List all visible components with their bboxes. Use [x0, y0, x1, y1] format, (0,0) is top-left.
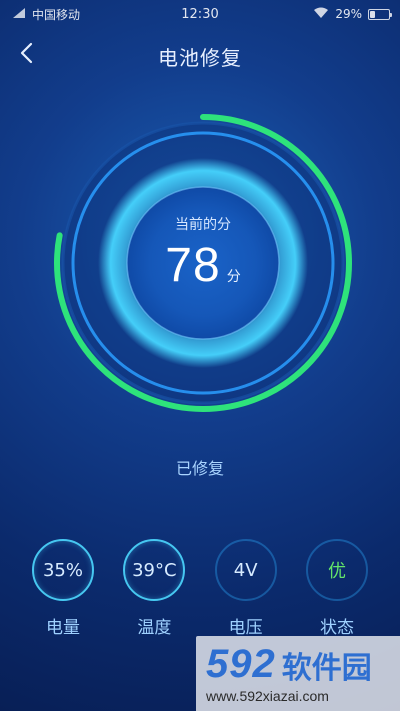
metric-value: 4V — [214, 539, 277, 601]
page-title: 电池修复 — [158, 46, 242, 70]
battery-icon — [368, 8, 392, 20]
watermark-text: 软件园 — [281, 650, 372, 686]
gauge-label: 当前的分 — [175, 217, 231, 233]
metrics-row: 35% 电量 39°C 温度 4V 电压 优 状态 — [30, 539, 370, 639]
metric-label: 电量 — [46, 618, 80, 638]
status-right: 29% — [313, 7, 392, 22]
score-unit: 分 — [226, 269, 241, 285]
header: 电池修复 — [0, 30, 400, 80]
wifi-icon — [313, 7, 329, 22]
status-bar: 中国移动 12:30 29% — [0, 0, 400, 28]
repair-status: 已修复 — [175, 459, 224, 478]
metric-temperature: 39°C 温度 — [121, 539, 187, 639]
battery-percent: 29% — [335, 7, 362, 21]
score-value: 78 — [165, 239, 221, 292]
battery-level — [370, 10, 375, 18]
metric-label: 状态 — [319, 618, 354, 638]
metric-battery: 35% 电量 — [30, 539, 96, 639]
metric-value: 39°C — [123, 539, 186, 601]
metric-label: 温度 — [137, 618, 172, 638]
metric-voltage: 4V 电压 — [213, 539, 279, 639]
metric-status: 优 状态 — [304, 539, 370, 639]
metric-label: 电压 — [228, 618, 263, 638]
watermark-url: www.592xiazai.com — [206, 688, 329, 704]
score-gauge: 当前的分 78 分 — [48, 108, 358, 418]
watermark-logo: 592 软件园 — [206, 642, 372, 687]
score-display: 78 分 — [48, 238, 358, 293]
metric-value: 35% — [32, 539, 94, 601]
watermark: 592 软件园 www.592xiazai.com — [196, 636, 400, 711]
metric-value: 优 — [305, 539, 368, 601]
watermark-number: 592 — [206, 642, 276, 686]
